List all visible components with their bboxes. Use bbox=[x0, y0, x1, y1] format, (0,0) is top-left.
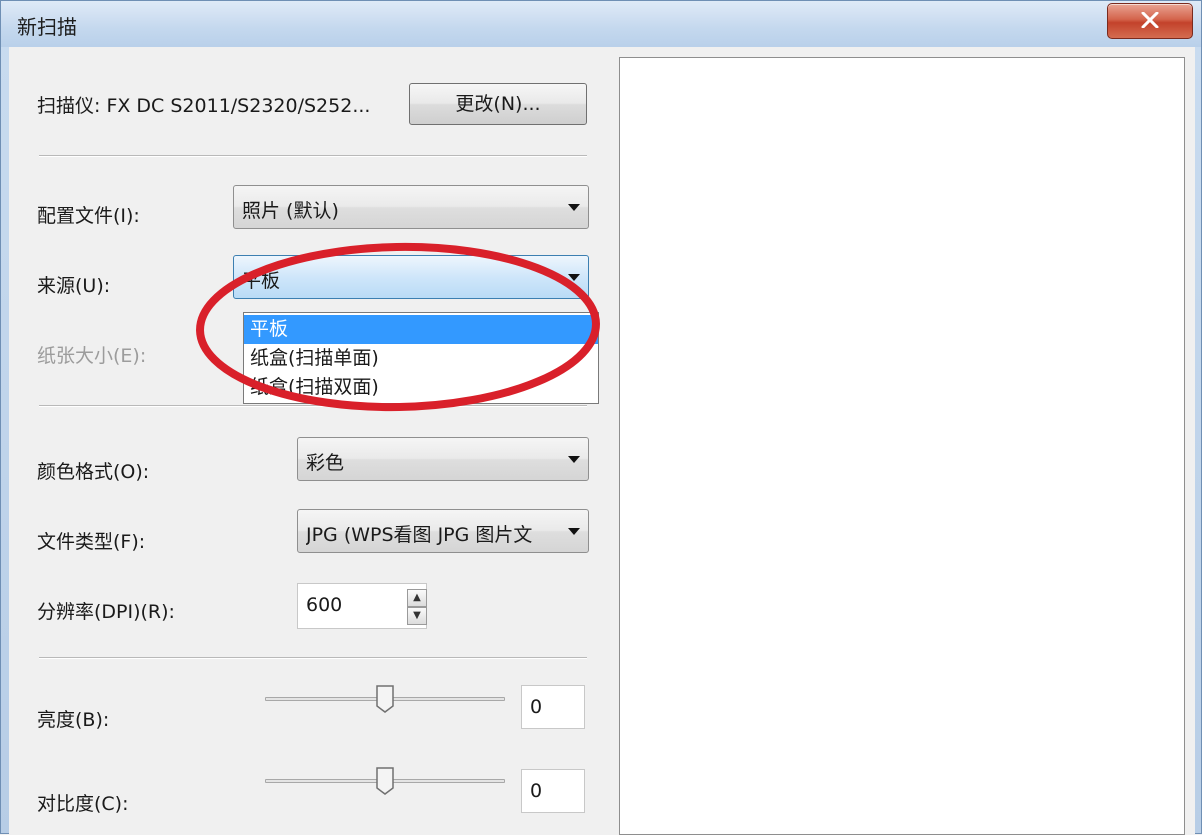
color-format-dropdown[interactable]: 彩色 bbox=[297, 437, 589, 481]
divider bbox=[39, 405, 587, 407]
chevron-down-icon bbox=[568, 528, 580, 535]
chevron-down-icon bbox=[568, 204, 580, 211]
source-option-feeder-single[interactable]: 纸盒(扫描单面) bbox=[244, 344, 598, 373]
scanner-label: 扫描仪: FX DC S2011/S2320/S252... bbox=[37, 95, 371, 117]
chevron-down-icon bbox=[568, 274, 580, 281]
contrast-slider-thumb[interactable] bbox=[375, 766, 395, 796]
profile-dropdown[interactable]: 照片 (默认) bbox=[233, 185, 589, 229]
brightness-value: 0 bbox=[530, 696, 543, 718]
brightness-label: 亮度(B): bbox=[37, 709, 110, 731]
close-button[interactable] bbox=[1107, 3, 1193, 39]
profile-value: 照片 (默认) bbox=[242, 200, 339, 222]
window-title: 新扫描 bbox=[17, 15, 77, 39]
source-dropdown[interactable]: 平板 bbox=[233, 255, 589, 299]
file-type-value: JPG (WPS看图 JPG 图片文 bbox=[306, 524, 533, 546]
divider bbox=[39, 657, 587, 659]
source-dropdown-list[interactable]: 平板 纸盒(扫描单面) 纸盒(扫描双面) bbox=[243, 312, 599, 404]
resolution-up-button[interactable]: ▲ bbox=[407, 589, 427, 607]
color-format-value: 彩色 bbox=[306, 452, 345, 474]
profile-label: 配置文件(I): bbox=[37, 205, 140, 227]
change-scanner-button[interactable]: 更改(N)... bbox=[409, 83, 587, 125]
dialog-body: 扫描仪: FX DC S2011/S2320/S252... 更改(N)... … bbox=[9, 47, 1195, 835]
scan-dialog: 新扫描 扫描仪: FX DC S2011/S2320/S252... 更改(N)… bbox=[0, 0, 1202, 835]
close-icon bbox=[1141, 12, 1159, 28]
resolution-value: 600 bbox=[306, 594, 343, 616]
brightness-input[interactable]: 0 bbox=[521, 685, 585, 729]
divider bbox=[39, 155, 587, 157]
contrast-input[interactable]: 0 bbox=[521, 769, 585, 813]
source-value: 平板 bbox=[242, 270, 281, 292]
chevron-down-icon bbox=[568, 456, 580, 463]
title-bar[interactable]: 新扫描 bbox=[1, 1, 1201, 47]
source-option-feeder-duplex[interactable]: 纸盒(扫描双面) bbox=[244, 373, 598, 402]
settings-panel: 扫描仪: FX DC S2011/S2320/S252... 更改(N)... … bbox=[19, 57, 615, 835]
resolution-label: 分辨率(DPI)(R): bbox=[37, 601, 175, 623]
resolution-down-button[interactable]: ▼ bbox=[407, 607, 427, 625]
source-option-flatbed[interactable]: 平板 bbox=[244, 315, 598, 344]
contrast-label: 对比度(C): bbox=[37, 793, 129, 815]
file-type-label: 文件类型(F): bbox=[37, 531, 146, 553]
scan-preview-area bbox=[619, 57, 1185, 835]
paper-size-label: 纸张大小(E): bbox=[37, 345, 147, 367]
color-format-label: 颜色格式(O): bbox=[37, 461, 150, 483]
source-label: 来源(U): bbox=[37, 275, 111, 297]
file-type-dropdown[interactable]: JPG (WPS看图 JPG 图片文 bbox=[297, 509, 589, 553]
brightness-slider-thumb[interactable] bbox=[375, 684, 395, 714]
contrast-value: 0 bbox=[530, 780, 543, 802]
